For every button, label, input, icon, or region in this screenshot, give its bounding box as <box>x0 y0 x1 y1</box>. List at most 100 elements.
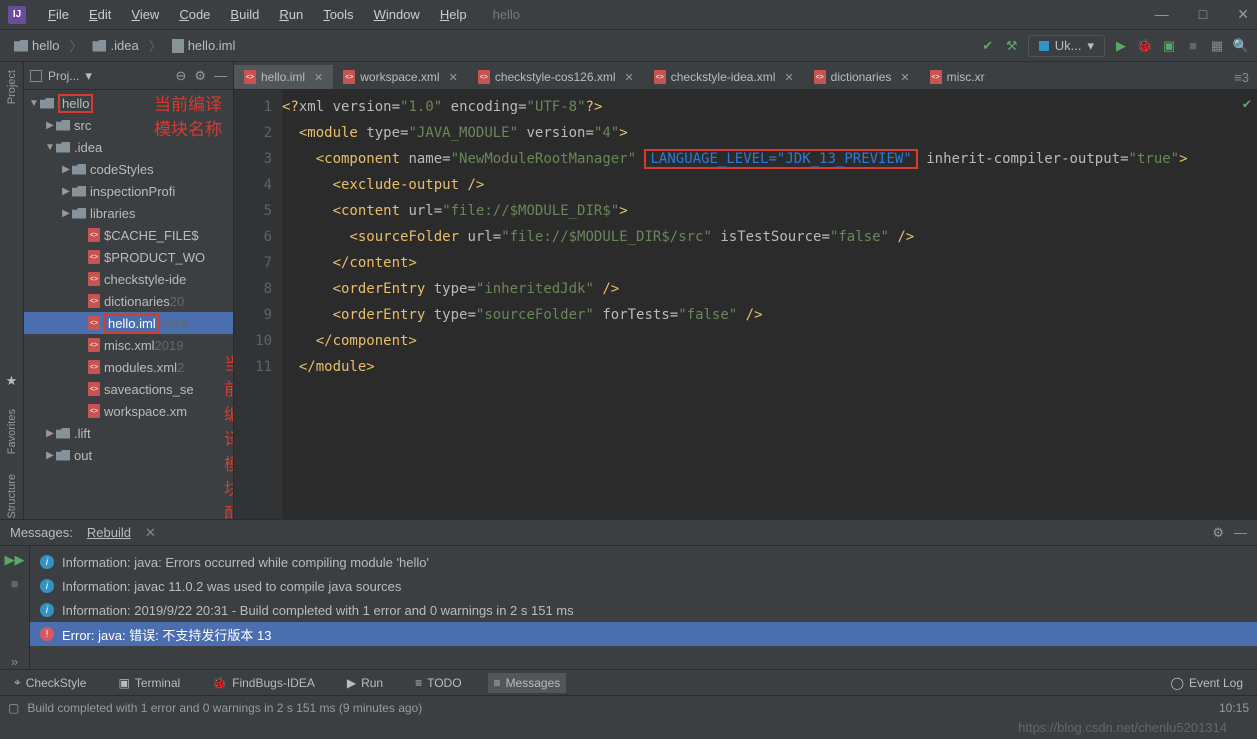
editor-tab[interactable]: <>workspace.xml✕ <box>333 65 468 89</box>
watermark: https://blog.csdn.net/chenlu5201314 <box>1018 720 1227 735</box>
tool-tab-terminal[interactable]: ▣Terminal <box>112 673 186 693</box>
tree-item[interactable]: <>workspace.xm <box>24 400 233 422</box>
file-icon <box>172 39 184 53</box>
menu-view[interactable]: View <box>121 3 169 26</box>
bottom-tool-tabs: ⌖CheckStyle ▣Terminal 🐞FindBugs-IDEA ▶Run ≡T… <box>0 669 1257 695</box>
expand-icon[interactable]: » <box>11 654 18 669</box>
messages-list[interactable]: iInformation: java: Errors occurred whil… <box>30 546 1257 669</box>
editor-tab[interactable]: <>dictionaries✕ <box>804 65 920 89</box>
tree-item[interactable]: <>$CACHE_FILE$ <box>24 224 233 246</box>
rerun-icon[interactable]: ▶▶ <box>5 552 25 568</box>
gear-icon[interactable]: ⚙ <box>1212 525 1224 541</box>
tree-item[interactable]: ▶.lift <box>24 422 233 444</box>
findbugs-icon: 🐞 <box>212 676 227 690</box>
status-cursor: 10:15 <box>1219 701 1249 715</box>
editor-tab[interactable]: <>checkstyle-cos126.xml✕ <box>468 65 644 89</box>
hide-icon[interactable]: — <box>1234 525 1247 541</box>
checkmark-icon[interactable]: ✔ <box>980 38 996 54</box>
close-icon[interactable]: ✕ <box>784 71 793 84</box>
breadcrumb-item[interactable]: .idea <box>86 36 144 55</box>
event-log-button[interactable]: ◯ Event Log <box>1165 673 1249 693</box>
menu-window[interactable]: Window <box>364 3 430 26</box>
close-icon[interactable]: ✕ <box>314 71 323 84</box>
project-tree[interactable]: ▼hello▶src▼.idea▶codeStyles▶inspectionPr… <box>24 90 233 519</box>
code-content[interactable]: <?xml version="1.0" encoding="UTF-8"?> <… <box>282 90 1257 519</box>
editor-tab[interactable]: <>checkstyle-idea.xml✕ <box>644 65 804 89</box>
menu-edit[interactable]: Edit <box>79 3 121 26</box>
menu-help[interactable]: Help <box>430 3 477 26</box>
tool-tab-todo[interactable]: ≡TODO <box>409 673 467 693</box>
stop-icon[interactable]: ■ <box>11 576 19 591</box>
debug-button[interactable]: 🐞 <box>1137 38 1153 54</box>
run-config-selector[interactable]: Uk... ▾ <box>1028 35 1105 57</box>
tool-tab-findbugs-idea[interactable]: 🐞FindBugs-IDEA <box>206 673 321 693</box>
tree-item[interactable]: <>modules.xml 2 <box>24 356 233 378</box>
messages-tab-rebuild[interactable]: Rebuild <box>87 525 131 540</box>
menu-tools[interactable]: Tools <box>313 3 363 26</box>
editor-tabs: <>hello.iml✕<>workspace.xml✕<>checkstyle… <box>234 62 1257 90</box>
panels-button[interactable]: ▦ <box>1209 38 1225 54</box>
tool-tab-run[interactable]: ▶Run <box>341 673 389 693</box>
search-button[interactable]: 🔍 <box>1233 38 1249 54</box>
editor-tab[interactable]: <>misc.xr <box>920 65 995 89</box>
status-ok-icon: ✔ <box>1243 96 1251 112</box>
close-button[interactable]: ✕ <box>1237 6 1249 23</box>
menu-build[interactable]: Build <box>220 3 269 26</box>
xml-icon: <> <box>244 70 256 84</box>
message-row[interactable]: iInformation: 2019/9/22 20:31 - Build co… <box>30 598 1257 622</box>
folder-icon <box>40 98 54 109</box>
rail-structure[interactable]: Structure <box>6 474 18 519</box>
status-icon[interactable]: ▢ <box>8 701 19 715</box>
tool-tab-messages[interactable]: ≡Messages <box>488 673 567 693</box>
tree-item[interactable]: <>dictionaries 20 <box>24 290 233 312</box>
xml-icon: <> <box>654 70 666 84</box>
breadcrumb-indicator[interactable]: ≡3 <box>1226 66 1257 89</box>
rail-favorites[interactable]: Favorites <box>6 409 18 454</box>
tool-tab-checkstyle[interactable]: ⌖CheckStyle <box>8 672 92 693</box>
minimize-button[interactable]: — <box>1155 6 1169 23</box>
tree-item[interactable]: ▶libraries <box>24 202 233 224</box>
chevron-down-icon: ▾ <box>1087 38 1094 54</box>
tree-item[interactable]: <>checkstyle-ide <box>24 268 233 290</box>
close-icon[interactable]: ✕ <box>900 71 909 84</box>
folder-icon <box>56 428 70 439</box>
coverage-button[interactable]: ▣ <box>1161 38 1177 54</box>
tree-item[interactable]: <>saveactions_se <box>24 378 233 400</box>
maximize-button[interactable]: □ <box>1199 6 1207 23</box>
menu-run[interactable]: Run <box>269 3 313 26</box>
hide-icon[interactable]: — <box>214 68 227 84</box>
close-icon[interactable]: ✕ <box>449 71 458 84</box>
tree-item[interactable]: ▶inspectionProfi <box>24 180 233 202</box>
tree-item[interactable]: ▶out <box>24 444 233 466</box>
breadcrumb: hello〉.idea〉hello.iml <box>8 36 241 55</box>
rail-project[interactable]: Project <box>6 70 18 104</box>
editor-area: <>hello.iml✕<>workspace.xml✕<>checkstyle… <box>234 62 1257 519</box>
message-row[interactable]: iInformation: javac 11.0.2 was used to c… <box>30 574 1257 598</box>
gear-icon[interactable]: ⚙ <box>194 68 206 84</box>
hammer-icon[interactable]: ⚒ <box>1004 38 1020 54</box>
editor-tab[interactable]: <>hello.iml✕ <box>234 65 333 89</box>
status-message: Build completed with 1 error and 0 warni… <box>27 701 422 715</box>
tree-item[interactable]: <>misc.xml 2019 <box>24 334 233 356</box>
project-panel-title: Proj... <box>48 69 79 83</box>
stop-button[interactable]: ■ <box>1185 38 1201 54</box>
code-editor[interactable]: 1234567891011 <?xml version="1.0" encodi… <box>234 90 1257 519</box>
menu-code[interactable]: Code <box>169 3 220 26</box>
breadcrumb-item[interactable]: hello.iml <box>166 36 242 55</box>
close-tab-icon[interactable]: ✕ <box>145 525 156 541</box>
menu-file[interactable]: File <box>38 3 79 26</box>
message-row[interactable]: iInformation: java: Errors occurred whil… <box>30 550 1257 574</box>
tree-item[interactable]: <>$PRODUCT_WO <box>24 246 233 268</box>
run-button[interactable]: ▶ <box>1113 38 1129 54</box>
xml-icon: <> <box>88 294 100 308</box>
tree-item[interactable]: ▶codeStyles <box>24 158 233 180</box>
tree-item[interactable]: <>hello.iml 2019 <box>24 312 233 334</box>
collapse-icon[interactable]: ⊖ <box>175 68 186 84</box>
star-icon[interactable]: ★ <box>6 373 18 389</box>
breadcrumb-item[interactable]: hello <box>8 36 65 55</box>
message-row[interactable]: !Error: java: 错误: 不支持发行版本 13 <box>30 622 1257 646</box>
xml-icon: <> <box>88 404 100 418</box>
chevron-down-icon[interactable]: ▾ <box>85 68 92 84</box>
status-bar: ▢ Build completed with 1 error and 0 war… <box>0 695 1257 719</box>
close-icon[interactable]: ✕ <box>625 71 634 84</box>
